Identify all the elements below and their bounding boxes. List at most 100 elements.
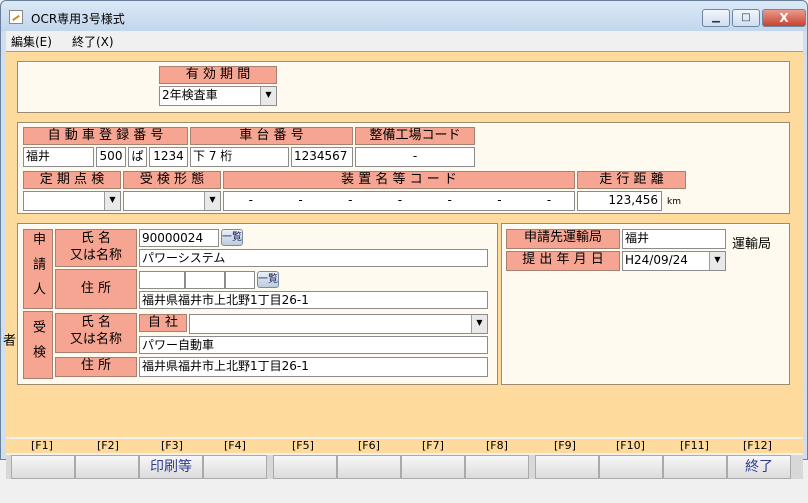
address-lookup-button[interactable]: 一覧 (257, 271, 279, 288)
f1-button[interactable] (11, 455, 75, 479)
postal-code-field-1[interactable] (139, 271, 185, 289)
periodic-inspection-select[interactable]: ▼ (23, 191, 121, 211)
chevron-down-icon[interactable]: ▼ (260, 87, 276, 105)
postal-code-field-2[interactable] (185, 271, 225, 289)
office-panel: 申請先運輸局 福井 運輸局 提 出 年 月 日 H24/09/24 ▼ (501, 223, 790, 385)
f3-print-button[interactable]: 印刷等 (139, 455, 203, 479)
chassis-number-label: 車 台 番 号 (190, 127, 353, 145)
shop-code-label: 整備工場コード (355, 127, 475, 145)
f4-button[interactable] (203, 455, 267, 479)
examinee-name-field[interactable]: パワー自動車 (139, 336, 488, 354)
f11-button[interactable] (663, 455, 727, 479)
fkey-label-f8: [F8] (486, 439, 508, 452)
examinee-address-label: 住 所 (55, 357, 137, 377)
f2-button[interactable] (75, 455, 139, 479)
menu-bar: 編集(E) 終了(X) (6, 31, 803, 50)
applicant-name-field[interactable]: パワーシステム (139, 249, 488, 267)
applicant-address-field[interactable]: 福井県福井市上北野1丁目26-1 (139, 291, 488, 309)
periodic-inspection-label: 定 期 点 検 (23, 171, 121, 189)
submission-date-label: 提 出 年 月 日 (506, 251, 620, 271)
chassis-prefix: 下 7 桁 (190, 147, 289, 167)
examinee-address-field[interactable]: 福井県福井市上北野1丁目26-1 (139, 357, 488, 377)
f9-button[interactable] (535, 455, 599, 479)
device-code-3: - (397, 193, 403, 207)
chevron-down-icon[interactable]: ▼ (104, 192, 120, 210)
submission-date-value: H24/09/24 (625, 253, 688, 267)
chassis-field[interactable]: 1234567 (291, 147, 353, 167)
validity-panel: 有 効 期 間 2年検査車 ▼ (17, 61, 790, 113)
fkey-label-f2: [F2] (97, 439, 119, 452)
chevron-down-icon[interactable]: ▼ (709, 252, 725, 270)
fkey-label-f7: [F7] (422, 439, 444, 452)
f12-exit-button[interactable]: 終了 (727, 455, 791, 479)
menu-exit[interactable]: 終了(X) (72, 33, 114, 50)
fkey-label-f9: [F9] (554, 439, 576, 452)
inspection-form-label: 受 検 形 態 (123, 171, 221, 189)
function-key-labels: [F1] [F2] [F3] [F4] [F5] [F6] [F7] [F8] … (6, 439, 803, 453)
self-company-label: 自 社 (139, 314, 187, 332)
number-field[interactable]: 1234 (149, 147, 188, 167)
place-field[interactable]: 福井 (23, 147, 94, 167)
applicant-name-label: 氏 名 又は名称 (55, 229, 137, 267)
applicant-lookup-button[interactable]: 一覧 (221, 229, 243, 246)
registration-number-label: 自 動 車 登 録 番 号 (23, 127, 188, 145)
device-code-2: - (348, 193, 353, 207)
validity-value: 2年検査車 (162, 88, 218, 102)
validity-select[interactable]: 2年検査車 ▼ (159, 86, 277, 106)
app-icon (9, 10, 23, 24)
title-bar: OCR専用3号様式 ▁ □ X (1, 1, 807, 31)
chevron-down-icon[interactable]: ▼ (204, 192, 220, 210)
office-label: 申請先運輸局 (506, 229, 620, 249)
menu-edit[interactable]: 編集(E) (11, 33, 52, 50)
examinee-select[interactable]: ▼ (189, 314, 488, 334)
applicant-section-label: 申請人 (23, 229, 53, 309)
mileage-label: 走 行 距 離 (577, 171, 686, 189)
device-code-4: - (447, 193, 452, 207)
maximize-button[interactable]: □ (732, 9, 760, 27)
chevron-down-icon[interactable]: ▼ (471, 315, 487, 333)
form-area: 有 効 期 間 2年検査車 ▼ 自 動 車 登 録 番 号 車 台 番 号 整備… (0, 51, 803, 437)
applicant-address-label: 住 所 (55, 269, 137, 309)
f6-button[interactable] (337, 455, 401, 479)
fkey-label-f3: [F3] (161, 439, 183, 452)
function-key-bar: 印刷等 終了 (6, 455, 803, 479)
class-field[interactable]: 500 (96, 147, 126, 167)
office-suffix: 運輸局 (732, 237, 772, 252)
f5-button[interactable] (273, 455, 337, 479)
close-button[interactable]: X (762, 9, 806, 27)
fkey-label-f5: [F5] (292, 439, 314, 452)
postal-code-field-3[interactable] (225, 271, 255, 289)
registration-panel: 自 動 車 登 録 番 号 車 台 番 号 整備工場コード 福井 500 ぱ 1… (17, 122, 790, 214)
validity-label: 有 効 期 間 (159, 66, 277, 84)
office-field[interactable]: 福井 (622, 229, 726, 249)
applicant-code-field[interactable]: 90000024 (139, 229, 219, 247)
status-bar (6, 481, 803, 503)
device-code-label: 装 置 名 等 コ ー ド (223, 171, 575, 189)
window: OCR専用3号様式 ▁ □ X 編集(E) 終了(X) 有 効 期 間 2年検査… (0, 0, 808, 503)
device-code-5: - (497, 193, 502, 207)
kana-field[interactable]: ぱ (128, 147, 147, 167)
device-code-6: - (546, 193, 552, 207)
fkey-label-f1: [F1] (31, 439, 53, 452)
fkey-label-f12: [F12] (743, 439, 772, 452)
mileage-field[interactable]: 123,456 (577, 191, 662, 211)
inspection-form-select[interactable]: ▼ (123, 191, 221, 211)
fkey-label-f6: [F6] (358, 439, 380, 452)
f10-button[interactable] (599, 455, 663, 479)
device-code-field[interactable]: - - - - - - - (223, 191, 575, 211)
f7-button[interactable] (401, 455, 465, 479)
minimize-button[interactable]: ▁ (702, 9, 730, 27)
shop-code-field[interactable]: - (355, 147, 475, 167)
party-panel: 申請人 氏 名 又は名称 90000024 一覧 パワーシステム 住 所 一覧 … (0, 223, 498, 385)
client-area: 有 効 期 間 2年検査車 ▼ 自 動 車 登 録 番 号 車 台 番 号 整備… (0, 50, 803, 503)
mileage-unit: km (667, 197, 681, 207)
device-code-1: - (298, 193, 303, 207)
window-title: OCR専用3号様式 (31, 12, 125, 26)
fkey-label-f10: [F10] (616, 439, 645, 452)
fkey-label-f11: [F11] (680, 439, 709, 452)
examinee-section-label: 受検者 (0, 311, 53, 379)
examinee-name-label: 氏 名 又は名称 (55, 313, 137, 353)
fkey-label-f4: [F4] (224, 439, 246, 452)
f8-button[interactable] (465, 455, 529, 479)
submission-date-select[interactable]: H24/09/24 ▼ (622, 251, 726, 271)
